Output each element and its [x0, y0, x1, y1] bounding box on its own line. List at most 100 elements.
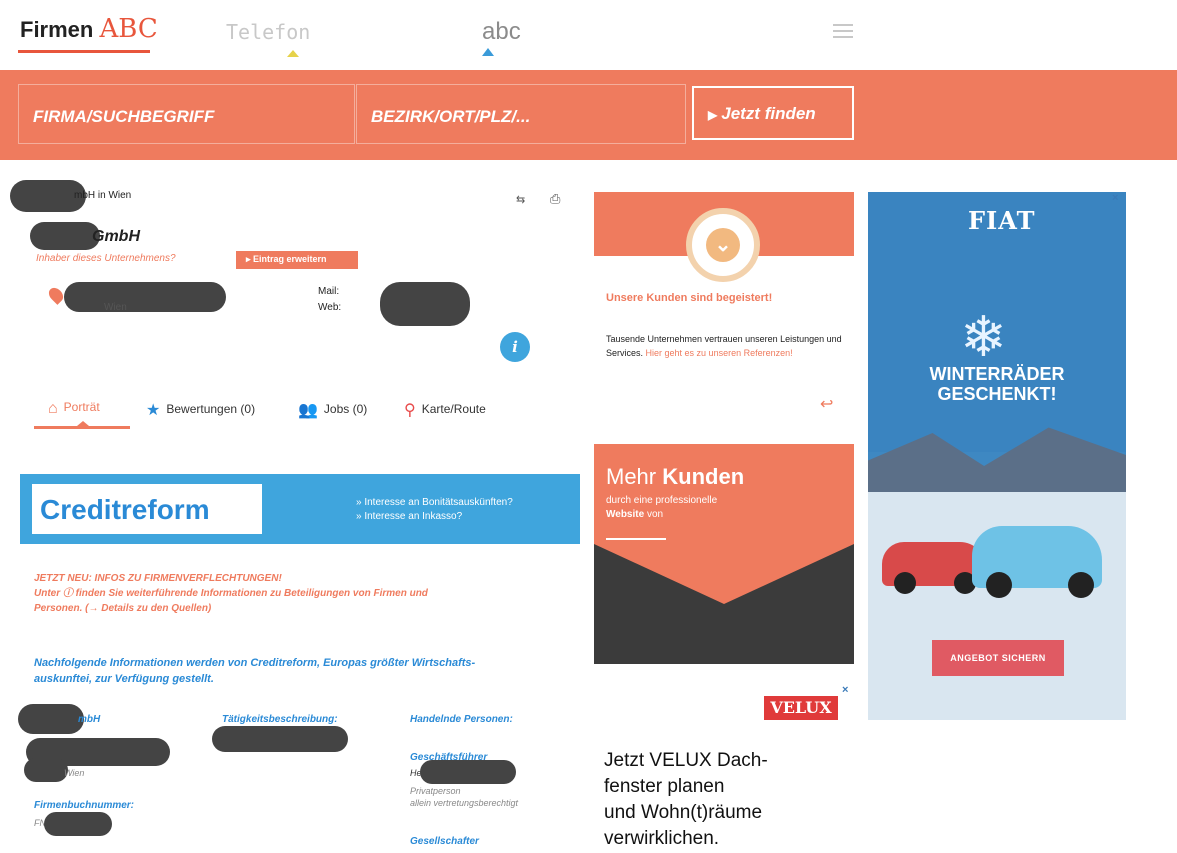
activity-description-label: Tätigkeitsbeschreibung:	[222, 714, 338, 725]
share-icon[interactable]: ⇆	[516, 193, 525, 206]
references-link[interactable]: Hier geht es zu unseren Referenzen!	[646, 348, 793, 358]
customers-ad[interactable]: ⌄ Unsere Kunden sind begeistert! Tausend…	[594, 192, 854, 428]
creditreform-link-bonitaet[interactable]: » Interesse an Bonitätsauskünften?	[356, 496, 513, 510]
home-icon: ⌂	[48, 400, 58, 417]
extend-entry-button[interactable]: ▸ Eintrag erweitern	[236, 251, 358, 269]
tab-portrait-label: Porträt	[63, 400, 100, 414]
nav-abc-link[interactable]: abc	[482, 18, 521, 46]
redacted-block	[18, 704, 84, 734]
tab-reviews-label: Bewertungen (0)	[166, 402, 256, 416]
customers-ad-text: Tausende Unternehmen vertrauen unseren L…	[606, 332, 844, 360]
tab-jobs-label: Jobs (0)	[323, 402, 368, 416]
logo-accent: ABC	[99, 14, 158, 44]
creditreform-source-note: Nachfolgende Informationen werden von Cr…	[34, 655, 554, 687]
wheel	[894, 572, 916, 594]
logo[interactable]: Firmen ABC	[20, 14, 158, 44]
website-ad-bold: Website	[606, 509, 645, 520]
location-pin-icon	[46, 285, 66, 305]
creditreform-link-inkasso[interactable]: » Interesse an Inkasso?	[356, 510, 513, 524]
red-car-image	[882, 542, 986, 594]
creditreform-links: » Interesse an Bonitätsauskünften? » Int…	[356, 496, 513, 524]
fiat-ad-heading-line: WINTERRÄDER	[929, 364, 1065, 384]
redacted-block	[380, 282, 470, 326]
customers-ad-heading: Unsere Kunden sind begeistert!	[606, 292, 773, 304]
company-search-input[interactable]: FIRMA/SUCHBEGRIFF	[18, 84, 355, 144]
tab-reviews[interactable]: ★ Bewertungen (0)	[146, 400, 255, 420]
offer-button[interactable]: ANGEBOT SICHERN	[932, 640, 1064, 676]
acting-persons-label: Handelnde Personen:	[410, 714, 513, 725]
velux-logo: VELUX	[764, 696, 838, 720]
fiat-logo: FIAT	[968, 206, 1036, 235]
menu-icon[interactable]	[833, 24, 853, 42]
company-city: Wien	[104, 302, 127, 313]
tab-map-route[interactable]: ⚲ Karte/Route	[404, 400, 486, 420]
active-tab-caret	[77, 421, 89, 426]
play-icon: ▶	[708, 108, 718, 122]
search-button[interactable]: ▶ Jetzt finden	[692, 86, 854, 140]
source-note-line: Nachfolgende Informationen werden von Cr…	[34, 657, 476, 669]
customers-ad-badge: ⌄	[686, 208, 760, 282]
website-ad-divider	[606, 538, 666, 540]
active-tab-underline	[34, 426, 130, 429]
new-info-sources-link[interactable]: Personen. (→ Details zu den Quellen)	[34, 601, 534, 616]
search-button-label: Jetzt finden	[721, 104, 816, 123]
info-icon[interactable]: i	[500, 332, 530, 362]
blue-car-image	[972, 526, 1102, 598]
logo-text: Firmen	[20, 17, 94, 42]
redacted-block	[212, 726, 348, 752]
details-city: Wien	[64, 768, 85, 778]
tab-map-route-label: Karte/Route	[421, 402, 486, 416]
redacted-block	[24, 758, 68, 782]
website-ad-heading: Mehr Kunden	[606, 464, 744, 490]
new-info-line: Unter ⓘ finden Sie weiterführende Inform…	[34, 588, 428, 599]
creditreform-logo: Creditreform	[40, 494, 210, 525]
chevron-down-icon: ⌄	[706, 228, 740, 262]
nav-telefon-link[interactable]: Telefon	[226, 20, 310, 44]
snowflake-icon: ❄	[960, 305, 1007, 368]
velux-ad-line: Jetzt VELUX Dach-	[604, 750, 768, 771]
arrow-icon[interactable]: ↩	[820, 394, 833, 414]
extend-entry-label: Eintrag erweitern	[253, 254, 327, 264]
new-info-notice: JETZT NEU: INFOS ZU FIRMENVERFLECHTUNGEN…	[34, 571, 534, 616]
velux-ad-text: Jetzt VELUX Dach- fenster planen und Woh…	[604, 748, 768, 852]
website-ad-heading-bold: Kunden	[662, 464, 745, 489]
website-ad-heading-light: Mehr	[606, 464, 657, 489]
website-ad-line: Website von	[606, 508, 717, 522]
redacted-block	[64, 282, 226, 312]
new-info-line: JETZT NEU: INFOS ZU FIRMENVERFLECHTUNGEN…	[34, 573, 282, 584]
nav-telefon-indicator	[287, 50, 299, 57]
close-icon[interactable]: ×	[1112, 192, 1118, 204]
logo-underline	[18, 50, 150, 53]
website-ad-line: durch eine professionelle	[606, 495, 718, 506]
map-pin-icon: ⚲	[404, 402, 416, 419]
company-name: GmbH	[92, 228, 140, 245]
redacted-block	[30, 222, 100, 250]
tab-jobs[interactable]: 👥 Jobs (0)	[298, 400, 367, 420]
wheel	[986, 572, 1012, 598]
website-ad-text: durch eine professionelle Website von	[606, 494, 717, 522]
fiat-ad-heading: WINTERRÄDER GESCHENKT!	[868, 364, 1126, 404]
velux-ad-line: und Wohn(t)räume	[604, 802, 763, 823]
website-ad-shape	[594, 544, 854, 604]
managing-director-authority: allein vertretungsberechtigt	[410, 798, 519, 808]
close-icon[interactable]: ×	[842, 684, 848, 696]
firmenbuch-label: Firmenbuchnummer:	[34, 800, 135, 811]
nav-abc-indicator	[482, 48, 494, 56]
tab-portrait[interactable]: ⌂ Porträt	[48, 400, 100, 418]
shareholders-label: Gesellschafter	[410, 836, 479, 847]
details-company-head: mbH	[78, 714, 101, 725]
web-label: Web:	[318, 302, 342, 313]
print-icon[interactable]: ⎙	[550, 191, 560, 207]
creditreform-banner[interactable]: Creditreform » Interesse an Bonitätsausk…	[20, 474, 580, 544]
star-icon: ★	[146, 402, 161, 419]
velux-ad-line: fenster planen	[604, 776, 725, 797]
owner-prompt: Inhaber dieses Unternehmens?	[36, 253, 176, 264]
fiat-ad[interactable]: FIAT ❄ WINTERRÄDER GESCHENKT! ANGEBOT SI…	[868, 192, 1126, 720]
website-ad[interactable]: Mehr Kunden durch eine professionelle We…	[594, 444, 854, 664]
website-ad-rest: von	[646, 509, 664, 520]
location-search-input[interactable]: BEZIRK/ORT/PLZ/...	[356, 84, 686, 144]
redacted-block	[420, 760, 516, 784]
people-icon: 👥	[298, 402, 318, 419]
search-bar: FIRMA/SUCHBEGRIFF BEZIRK/ORT/PLZ/... ▶ Je…	[0, 70, 1177, 160]
velux-ad[interactable]: × VELUX Jetzt VELUX Dach- fenster planen…	[594, 684, 854, 853]
